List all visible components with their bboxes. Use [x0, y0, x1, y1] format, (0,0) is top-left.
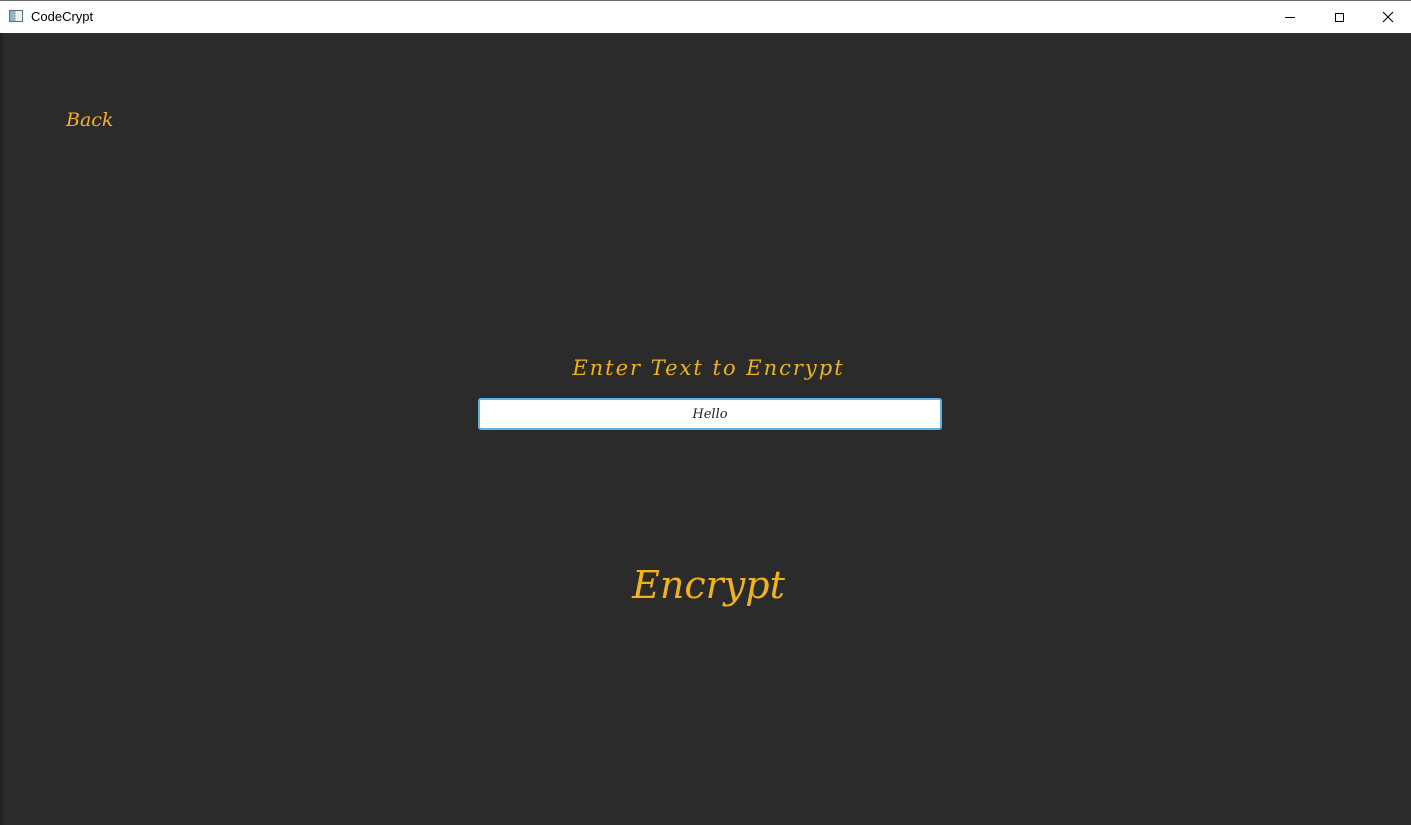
maximize-icon [1334, 12, 1344, 22]
minimize-button[interactable] [1267, 1, 1313, 33]
app-window-icon [9, 10, 23, 22]
minimize-icon [1285, 16, 1295, 18]
window-title: CodeCrypt [31, 9, 94, 24]
encrypt-prompt-label: Enter Text to Encrypt [572, 356, 845, 380]
maximize-button[interactable] [1316, 1, 1362, 33]
close-button[interactable] [1365, 1, 1411, 33]
plaintext-input[interactable] [478, 398, 942, 430]
encrypt-button[interactable]: Encrypt [3, 563, 1411, 607]
app-window: CodeCrypt Back Enter Text to Encrypt Enc… [0, 0, 1411, 825]
main-content: Back Enter Text to Encrypt Encrypt [0, 33, 1411, 825]
back-button[interactable]: Back [66, 109, 113, 131]
close-icon [1382, 11, 1394, 23]
title-bar[interactable]: CodeCrypt [0, 0, 1411, 33]
